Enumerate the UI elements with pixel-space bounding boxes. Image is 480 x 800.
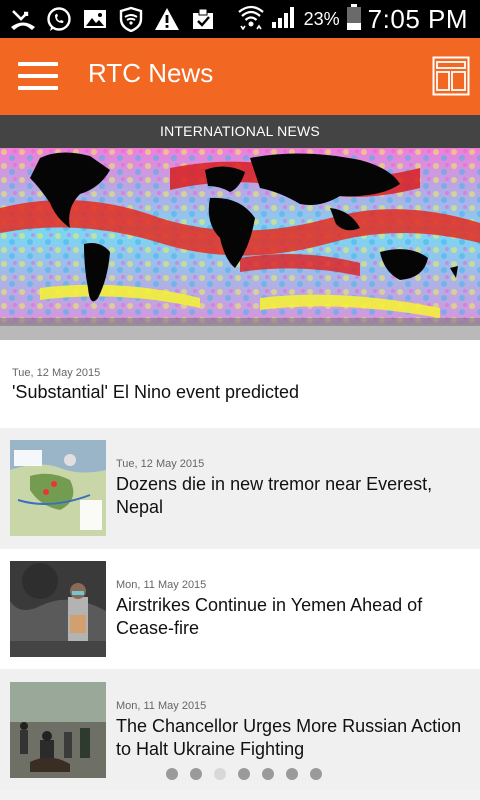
warning-icon [154,6,180,32]
list-item[interactable]: Tue, 12 May 2015 Dozens die in new tremo… [0,428,480,548]
clock: 7:05 PM [367,3,468,34]
page-dot[interactable] [238,768,250,780]
signal-icon [270,4,298,35]
nepal-map-thumbnail [10,440,106,536]
article-date: Mon, 11 May 2015 [116,700,207,712]
gallery-icon [82,6,108,32]
el-nino-map-image [0,148,480,340]
app-title: RTC News [88,58,214,88]
article-title[interactable]: 'Substantial' El Nino event predicted [12,382,299,403]
status-bar: 23% 7:05 PM [0,0,480,38]
hamburger-icon[interactable] [18,62,58,92]
page-dot[interactable] [166,768,178,780]
layout-toggle-icon[interactable] [432,56,470,96]
whatsapp-icon [46,6,72,32]
article-date: Tue, 12 May 2015 [116,458,205,470]
article-date: Mon, 11 May 2015 [116,579,207,591]
hero-article[interactable]: Tue, 12 May 2015 'Substantial' El Nino e… [0,340,480,428]
page-dot[interactable] [190,768,202,780]
vpn-shield-icon [118,6,144,32]
page-dot-active[interactable] [214,768,226,780]
battery-percent: 23% [303,8,340,29]
article-title[interactable]: The Chancellor Urges More Russian Action… [116,715,466,761]
hero-image[interactable] [0,148,480,340]
yemen-photo-thumbnail [10,561,106,657]
page-indicator [0,768,480,784]
article-thumbnail [10,682,106,778]
missed-call-icon [10,6,36,32]
section-header[interactable]: INTERNATIONAL NEWS [0,115,480,148]
page-dot[interactable] [286,768,298,780]
article-thumbnail [10,440,106,536]
article-title[interactable]: Airstrikes Continue in Yemen Ahead of Ce… [116,594,466,640]
article-thumbnail [10,561,106,657]
list-item[interactable]: Mon, 11 May 2015 Airstrikes Continue in … [0,549,480,669]
battery-icon [346,3,362,36]
wifi-icon [237,4,264,35]
ukraine-photo-thumbnail [10,682,106,778]
notification-icons [10,6,216,32]
app-bar: RTC News [0,38,480,115]
article-title[interactable]: Dozens die in new tremor near Everest, N… [116,473,466,519]
page-dot[interactable] [262,768,274,780]
article-date: Tue, 12 May 2015 [12,367,101,379]
clipboard-check-icon [190,6,216,32]
system-indicators: 23% 7:05 PM [237,3,468,36]
page-dot[interactable] [310,768,322,780]
